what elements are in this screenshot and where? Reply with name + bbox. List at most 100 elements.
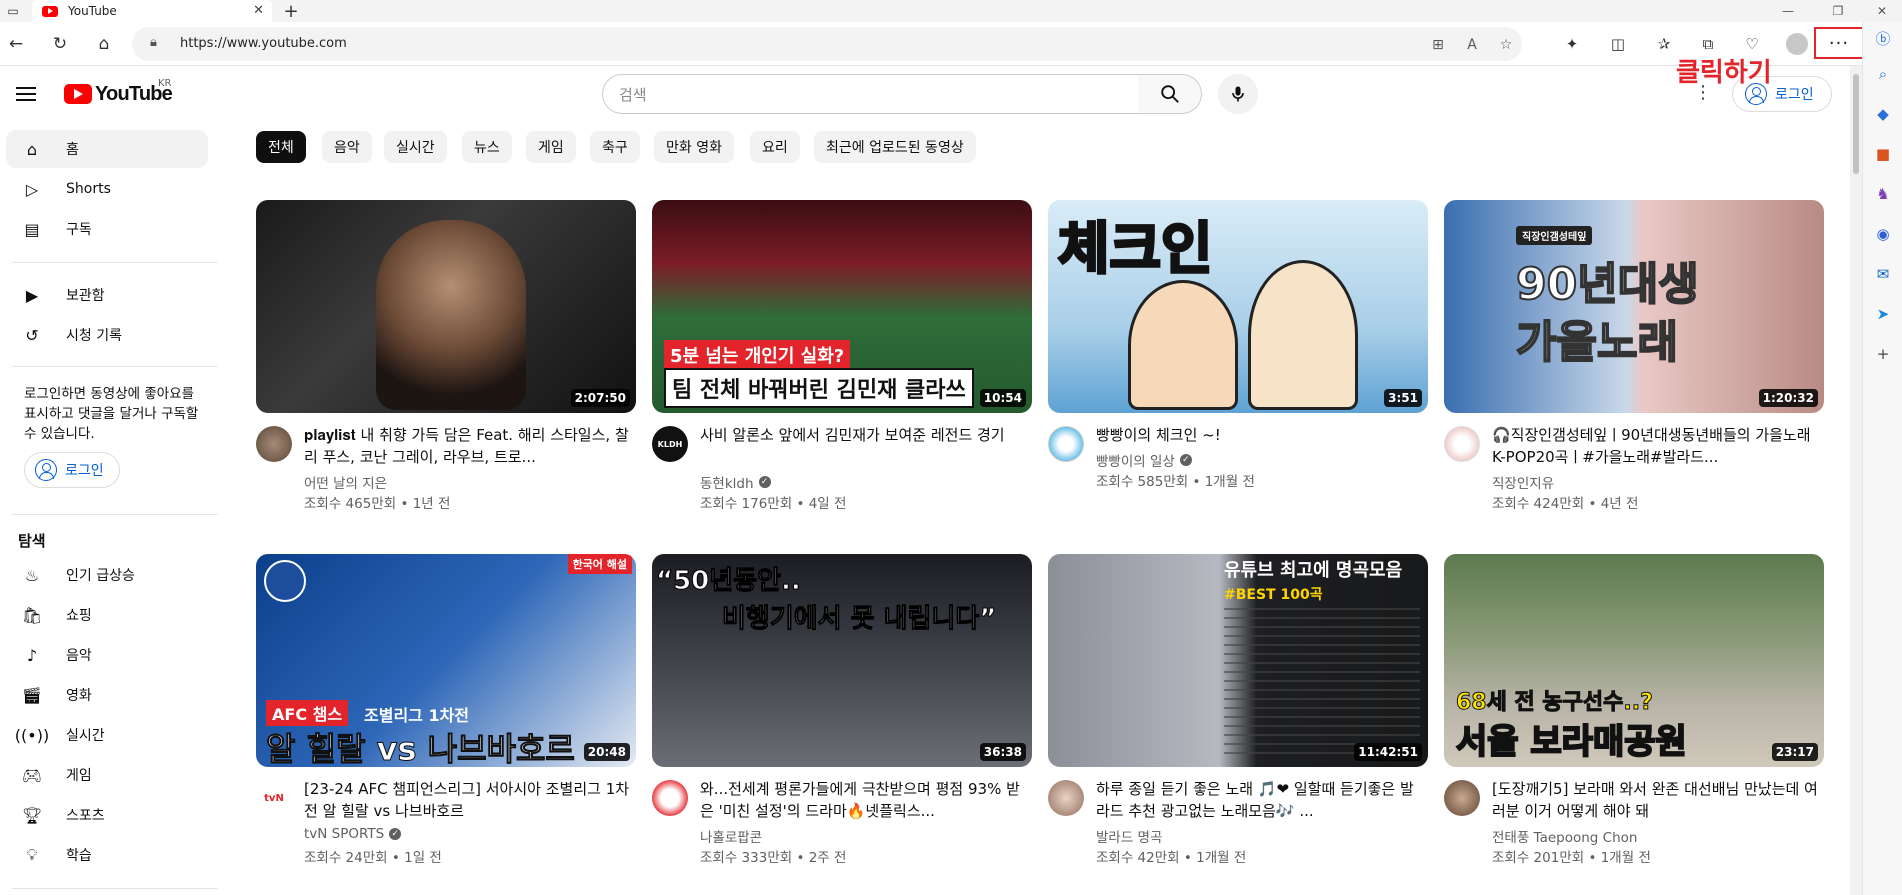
sidebar-item-movies[interactable]: 🎬︎ 영화 [6, 676, 208, 714]
channel-avatar[interactable] [1048, 780, 1084, 816]
search-input[interactable]: 검색 [602, 74, 1142, 114]
refresh-icon[interactable]: ↻ [48, 32, 72, 56]
video-thumbnail[interactable]: 한국어 해설 AFC 챔스 조별리그 1차전 알 힐랄 vs 나브바호르 20:… [256, 554, 636, 767]
sidebar-item-library[interactable]: ▶ 보관함 [6, 276, 208, 314]
channel-name[interactable]: 전태풍 Taepoong Chon [1492, 826, 1637, 846]
trending-icon: ♨ [24, 565, 40, 585]
thumbnail-caption: 5분 넘는 개인기 실화? [664, 340, 851, 370]
tab-actions-icon[interactable]: ▭ [2, 2, 24, 20]
chip-recently-uploaded[interactable]: 최근에 업로드된 동영상 [814, 131, 976, 163]
sidebar-item-sports[interactable]: 🏆︎ 스포츠 [6, 796, 208, 834]
scrollbar-thumb[interactable] [1853, 74, 1859, 174]
restore-button[interactable]: ❐ [1818, 0, 1858, 22]
page-scrollbar[interactable] [1850, 66, 1862, 895]
sidebar-item-shorts[interactable]: ▷ Shorts [6, 170, 208, 208]
profile-avatar[interactable] [1786, 33, 1808, 55]
favorites-icon[interactable]: ✰ [1652, 32, 1676, 56]
chip-games[interactable]: 게임 [526, 131, 576, 163]
chip-all[interactable]: 전체 [256, 131, 306, 163]
menu-icon[interactable] [16, 82, 40, 106]
sidebar-item-shopping[interactable]: 🛍︎ 쇼핑 [6, 596, 208, 634]
video-title[interactable]: 𝐩𝐥𝐚𝐲𝐥𝐢𝐬𝐭 내 취향 가득 담은 Feat. 해리 스타일스, 찰리 푸스… [304, 424, 632, 468]
channel-name[interactable]: 나홀로팝콘 [700, 826, 762, 846]
channel-name-text: 발라드 명곡 [1096, 830, 1163, 846]
favorite-star-icon[interactable]: ☆ [1496, 35, 1516, 55]
channel-avatar[interactable]: tvN [256, 780, 292, 816]
sidebar-item-history[interactable]: ↺ 시청 기록 [6, 316, 208, 354]
chip-music[interactable]: 음악 [322, 131, 372, 163]
home-button-icon[interactable]: ⌂ [92, 32, 116, 56]
shopping-tag-icon[interactable]: ◆ [1871, 102, 1895, 126]
video-thumbnail[interactable]: 직장인갬성테잎 90년대생 가을노래 1:20:32 [1444, 200, 1824, 413]
sidebar-item-music[interactable]: ♪ 음악 [6, 636, 208, 674]
minimize-button[interactable]: — [1768, 0, 1808, 22]
channel-name[interactable]: 발라드 명곡 [1096, 826, 1162, 846]
back-arrow-icon[interactable]: ← [4, 32, 28, 56]
sidebar-item-live[interactable]: ((•)) 실시간 [6, 716, 208, 754]
read-aloud-icon[interactable]: A [1462, 35, 1482, 55]
youtube-logo[interactable]: YouTube KR [64, 78, 173, 108]
close-window-button[interactable]: ✕ [1862, 0, 1902, 22]
video-duration: 23:17 [1771, 743, 1818, 761]
sidebar-item-label: 구독 [66, 222, 92, 238]
channel-name[interactable]: 직장인지유 [1492, 472, 1554, 492]
sidebar-item-learning[interactable]: 💡︎ 학습 [6, 836, 208, 874]
video-title[interactable]: [도장깨기5] 보라매 와서 완존 대선배님 만났는데 여러분 이거 어떻게 해… [1492, 778, 1820, 822]
channel-name[interactable]: 어떤 날의 지은 [304, 472, 387, 492]
channel-avatar[interactable] [1444, 780, 1480, 816]
video-thumbnail[interactable]: 체크인 3:51 [1048, 200, 1428, 413]
video-thumbnail[interactable]: 2:07:50 [256, 200, 636, 413]
verified-check-icon: ✓ [758, 476, 771, 488]
video-thumbnail[interactable]: 5분 넘는 개인기 실화? 팀 전체 바꿔버린 김민재 클라쓰 10:54 [652, 200, 1032, 413]
video-thumbnail[interactable]: 유튜브 최고에 명곡모음 #BEST 100곡 11:42:51 [1048, 554, 1428, 767]
channel-name[interactable]: tvN SPORTS ✓ [304, 826, 402, 842]
chip-news[interactable]: 뉴스 [462, 131, 512, 163]
chip-animation[interactable]: 만화 영화 [654, 131, 734, 163]
tools-icon[interactable]: ■ [1871, 142, 1895, 166]
split-screen-icon[interactable]: ◫ [1606, 32, 1630, 56]
games-icon[interactable]: ♞ [1871, 182, 1895, 206]
sidebar-login-button[interactable]: 로그인 [24, 452, 120, 488]
video-title[interactable]: [23-24 AFC 챔피언스리그] 서아시아 조별리그 1차전 알 힐랄 vs… [304, 778, 632, 822]
video-title[interactable]: 하루 종일 듣기 좋은 노래 🎵❤ 일할때 듣기좋은 발라드 추천 광고없는 노… [1096, 778, 1424, 822]
channel-avatar[interactable] [652, 780, 688, 816]
sidebar-item-gaming[interactable]: 🎮︎ 게임 [6, 756, 208, 794]
channel-avatar[interactable] [256, 426, 292, 462]
video-title[interactable]: 와...전세계 평론가들에게 극찬받으며 평점 93% 받은 '미친 설정'의 … [700, 778, 1028, 822]
channel-name-text: tvN SPORTS [304, 826, 385, 842]
extensions-icon[interactable]: ✦ [1560, 32, 1584, 56]
app-available-icon[interactable]: ⊞ [1428, 35, 1448, 55]
channel-avatar[interactable]: KLDH [652, 426, 688, 462]
view-count: 조회수 585만회 [1096, 474, 1189, 490]
new-tab-button[interactable]: + [280, 0, 302, 22]
office-icon[interactable]: ◉ [1871, 222, 1895, 246]
search-sidebar-icon[interactable]: ⌕ [1871, 62, 1895, 86]
channel-name[interactable]: 동현kldh ✓ [700, 472, 771, 492]
outlook-icon[interactable]: ✉ [1871, 262, 1895, 286]
browser-tab-youtube[interactable]: YouTube ✕ [32, 0, 272, 22]
settings-more-button[interactable]: ··· [1814, 27, 1864, 59]
voice-search-button[interactable] [1218, 74, 1258, 114]
address-bar[interactable]: 🔒︎ https://www.youtube.com ⊞ A ☆ [132, 27, 1522, 61]
chip-live[interactable]: 실시간 [384, 131, 447, 163]
channel-avatar[interactable] [1444, 426, 1480, 462]
thumbnail-caption: 68세 전 농구선수..? [1456, 690, 1654, 716]
view-count: 조회수 424만회 [1492, 496, 1585, 512]
chip-cooking[interactable]: 요리 [750, 131, 800, 163]
chip-soccer[interactable]: 축구 [590, 131, 640, 163]
sidebar-item-subscriptions[interactable]: ▤ 구독 [6, 210, 208, 248]
video-title[interactable]: 사비 알론소 앞에서 김민재가 보여준 레전드 경기 [700, 424, 1028, 468]
sidebar-item-trending[interactable]: ♨ 인기 급상승 [6, 556, 208, 594]
sidebar-item-home[interactable]: ⌂ 홈 [6, 130, 208, 168]
video-title[interactable]: 🎧직장인갬성테잎ㅣ90년대생동년배들의 가을노래K-POP20곡ㅣ#가을노래#발… [1492, 424, 1820, 468]
copilot-icon[interactable]: ⓑ [1871, 26, 1895, 50]
channel-avatar[interactable] [1048, 426, 1084, 462]
send-icon[interactable]: ➤ [1871, 302, 1895, 326]
add-sidebar-icon[interactable]: + [1871, 342, 1895, 366]
search-button[interactable] [1138, 74, 1202, 114]
video-thumbnail[interactable]: 68세 전 농구선수..? 서울 보라매공원 23:17 [1444, 554, 1824, 767]
tab-close-icon[interactable]: ✕ [253, 3, 264, 18]
channel-name[interactable]: 빵빵이의 일상 ✓ [1096, 450, 1192, 470]
video-meta: 조회수 201만회 • 1개월 전 [1492, 850, 1651, 866]
video-thumbnail[interactable]: “50년동안.. 비행기에서 못 내립니다” 36:38 [652, 554, 1032, 767]
